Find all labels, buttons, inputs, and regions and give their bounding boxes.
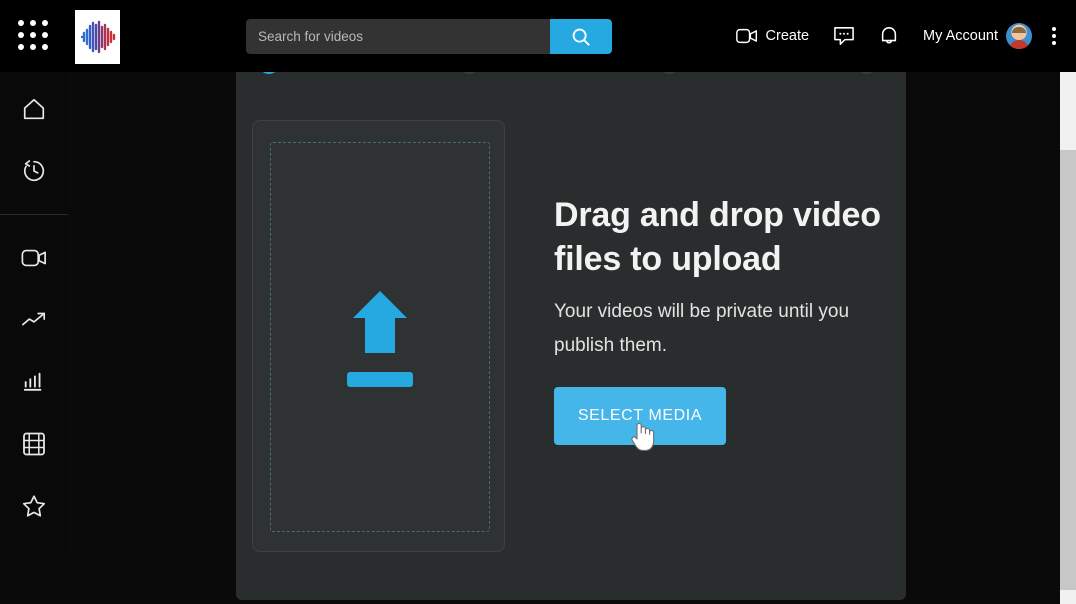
sidebar-item-videos[interactable]	[0, 227, 68, 289]
grid-dot	[18, 32, 24, 38]
video-camera-icon	[735, 28, 757, 44]
grid-dot	[42, 32, 48, 38]
file-dropzone[interactable]	[270, 142, 490, 532]
grid-dot	[42, 20, 48, 26]
scrollbar-thumb[interactable]	[1060, 150, 1076, 590]
trending-up-icon	[22, 312, 46, 326]
kebab-dot	[1052, 41, 1056, 45]
chat-icon	[834, 27, 854, 45]
select-media-button[interactable]: SELECT MEDIA	[554, 387, 726, 445]
star-icon	[22, 495, 46, 517]
page-title: Drag and drop video files to upload	[554, 196, 881, 278]
sidebar	[0, 72, 68, 553]
search-input[interactable]	[246, 19, 550, 54]
messages-button[interactable]	[821, 0, 867, 72]
sidebar-item-history[interactable]	[0, 140, 68, 202]
grid-dot	[30, 32, 36, 38]
grid-dot	[18, 44, 24, 50]
avatar-hair	[1012, 26, 1026, 33]
kebab-dot	[1052, 27, 1056, 31]
sidebar-item-favorites[interactable]	[0, 475, 68, 537]
grid-dot	[30, 44, 36, 50]
upload-text-column: Drag and drop video files to upload Your…	[554, 193, 894, 445]
grid-dot	[18, 20, 24, 26]
sidebar-group-secondary	[0, 221, 68, 537]
film-strip-icon	[23, 432, 45, 456]
account-label: My Account	[923, 28, 998, 44]
upload-panel: Drag and drop video files to upload Your…	[236, 48, 906, 600]
home-icon	[23, 98, 45, 120]
grid-dot	[30, 20, 36, 26]
privacy-note: Your videos will be private until you pu…	[554, 301, 850, 356]
upload-base-bar	[347, 372, 413, 387]
bell-icon	[881, 27, 897, 44]
search-icon	[572, 28, 590, 46]
waveform-logo[interactable]	[75, 10, 120, 64]
bar-chart-icon	[23, 372, 42, 391]
apps-grid-icon[interactable]	[18, 20, 50, 52]
sidebar-item-trending[interactable]	[0, 289, 68, 351]
search-button[interactable]	[550, 19, 612, 54]
create-label: Create	[765, 28, 810, 44]
upload-arrow-icon	[347, 287, 413, 387]
sidebar-divider	[0, 214, 68, 215]
sidebar-group-primary	[0, 72, 68, 215]
top-bar: Create My Account	[0, 0, 1076, 72]
video-camera-icon	[21, 249, 46, 267]
more-options-icon[interactable]	[1044, 27, 1066, 45]
sidebar-item-library[interactable]	[0, 413, 68, 475]
sidebar-item-home[interactable]	[0, 78, 68, 140]
history-clock-icon	[23, 160, 45, 182]
grid-dot	[42, 44, 48, 50]
notifications-button[interactable]	[867, 0, 911, 72]
upload-card	[252, 120, 505, 552]
sidebar-item-analytics[interactable]	[0, 351, 68, 413]
search-bar[interactable]	[246, 19, 612, 54]
top-bar-actions: Create My Account	[724, 0, 1066, 72]
user-avatar[interactable]	[1006, 23, 1032, 49]
app-root: Create My Account	[0, 0, 1076, 604]
kebab-dot	[1052, 34, 1056, 38]
create-button[interactable]: Create	[724, 0, 822, 72]
account-menu[interactable]: My Account	[911, 0, 1044, 72]
